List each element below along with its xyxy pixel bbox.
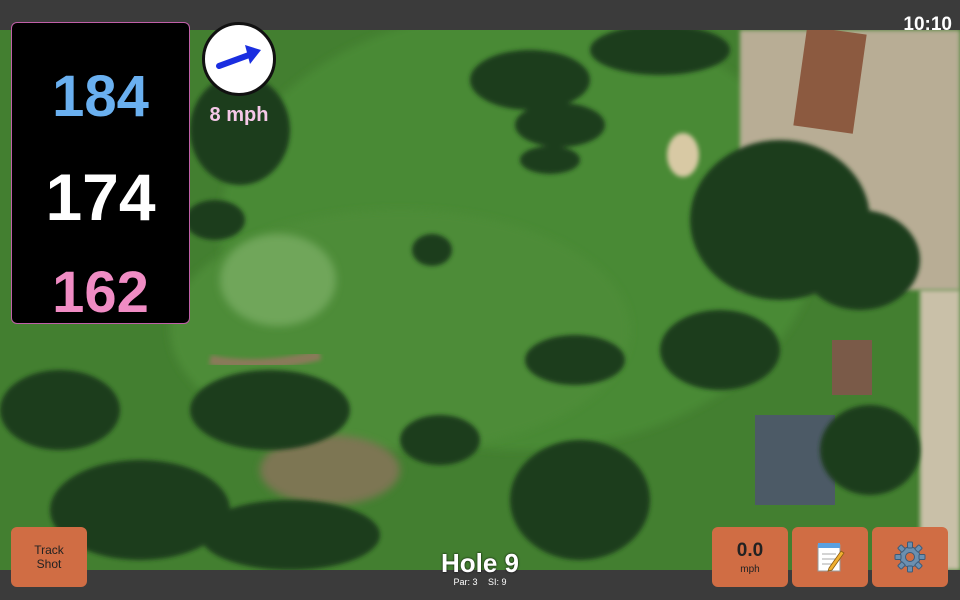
speed-value: 0.0: [736, 539, 764, 561]
settings-button[interactable]: [872, 527, 948, 587]
notes-button[interactable]: [792, 527, 868, 587]
wind-arrow-icon: [216, 45, 261, 69]
hole-stroke-index: SI: 9: [488, 577, 507, 587]
distance-front: 162: [52, 260, 149, 325]
wind-compass: [202, 22, 276, 96]
track-shot-label-line1: Track: [34, 543, 64, 557]
distance-panel: 184 174 162: [11, 22, 190, 325]
track-shot-button[interactable]: Track Shot: [11, 527, 87, 587]
track-shot-label-line2: Shot: [36, 557, 62, 571]
wind-speed: 8 mph: [209, 104, 269, 126]
distance-back: 184: [52, 64, 149, 129]
speed-button[interactable]: 0.0 mph: [712, 527, 788, 587]
distance-middle: 174: [45, 160, 156, 234]
hole-info: Par: 3 SI: 9: [380, 577, 580, 587]
speed-unit: mph: [740, 563, 760, 575]
hole-par: Par: 3: [453, 577, 478, 587]
gear-icon: [894, 541, 926, 573]
hole-title: Hole 9: [440, 548, 520, 578]
notepad-icon: [817, 543, 845, 572]
